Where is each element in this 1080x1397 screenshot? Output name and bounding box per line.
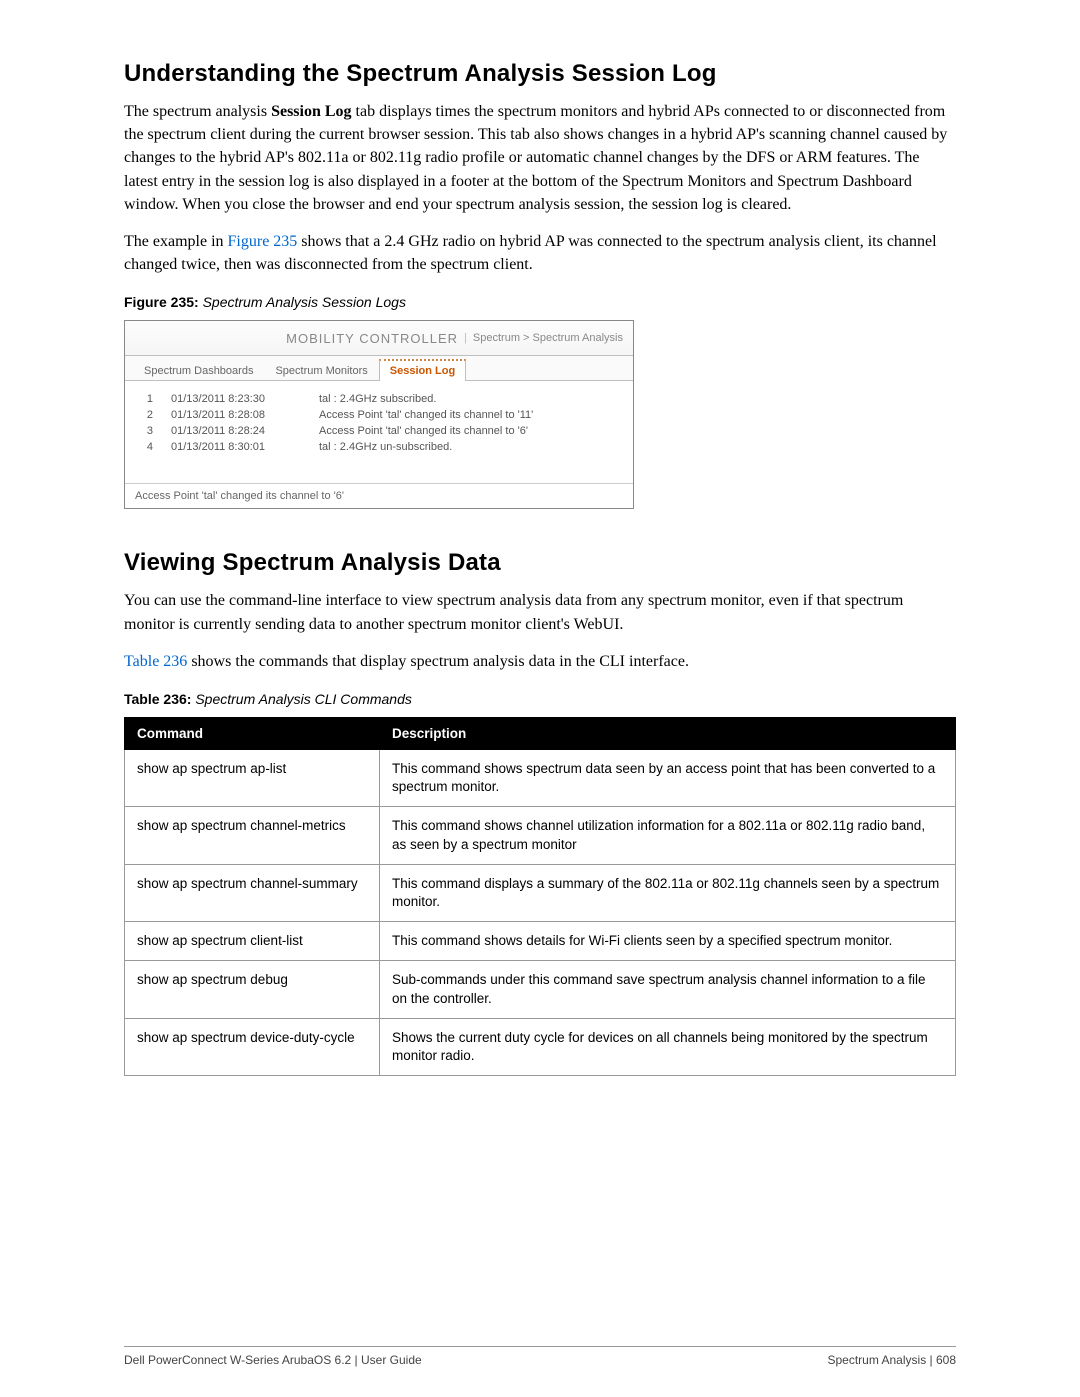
cell-command: show ap spectrum channel-summary [125, 864, 380, 921]
breadcrumb: Spectrum > Spectrum Analysis [473, 332, 623, 344]
log-timestamp: 01/13/2011 8:23:30 [171, 393, 301, 405]
log-index: 2 [139, 409, 153, 421]
cell-command: show ap spectrum ap-list [125, 749, 380, 806]
section2-para1: You can use the command-line interface t… [124, 589, 956, 635]
page-footer: Dell PowerConnect W-Series ArubaOS 6.2 |… [124, 1346, 956, 1367]
tab-spectrum-monitors[interactable]: Spectrum Monitors [264, 360, 378, 381]
log-message: tal : 2.4GHz subscribed. [319, 393, 436, 405]
topbar-separator: | [464, 332, 467, 344]
table-row: show ap spectrum channel-summary This co… [125, 864, 956, 921]
cli-commands-table: Command Description show ap spectrum ap-… [124, 717, 956, 1076]
table-label: Table 236: [124, 691, 191, 707]
cell-command: show ap spectrum device-duty-cycle [125, 1018, 380, 1075]
figure-log-body: 1 01/13/2011 8:23:30 tal : 2.4GHz subscr… [125, 381, 633, 483]
topbar-title: MOBILITY CONTROLLER [286, 331, 458, 346]
log-index: 1 [139, 393, 153, 405]
tab-spectrum-dashboards[interactable]: Spectrum Dashboards [133, 360, 264, 381]
log-timestamp: 01/13/2011 8:28:08 [171, 409, 301, 421]
cell-command: show ap spectrum debug [125, 961, 380, 1018]
text: The spectrum analysis [124, 103, 271, 120]
log-timestamp: 01/13/2011 8:30:01 [171, 441, 301, 453]
figure-tabs: Spectrum Dashboards Spectrum Monitors Se… [125, 356, 633, 381]
table-row: show ap spectrum device-duty-cycle Shows… [125, 1018, 956, 1075]
section1-heading: Understanding the Spectrum Analysis Sess… [124, 60, 956, 88]
text: The example in [124, 233, 228, 250]
figure-topbar: MOBILITY CONTROLLER | Spectrum > Spectru… [125, 321, 633, 356]
log-message: Access Point 'tal' changed its channel t… [319, 409, 533, 421]
section1-para2: The example in Figure 235 shows that a 2… [124, 230, 956, 276]
tab-session-log[interactable]: Session Log [379, 359, 466, 381]
log-row: 3 01/13/2011 8:28:24 Access Point 'tal' … [139, 423, 619, 439]
figure-screenshot: MOBILITY CONTROLLER | Spectrum > Spectru… [124, 320, 634, 509]
table-236-link[interactable]: Table 236 [124, 653, 187, 670]
log-timestamp: 01/13/2011 8:28:24 [171, 425, 301, 437]
text: shows the commands that display spectrum… [187, 653, 689, 670]
figure-caption: Figure 235: Spectrum Analysis Session Lo… [124, 294, 956, 310]
cell-description: This command displays a summary of the 8… [380, 864, 956, 921]
figure-title: Spectrum Analysis Session Logs [203, 294, 406, 310]
cell-command: show ap spectrum channel-metrics [125, 807, 380, 864]
section1-para1: The spectrum analysis Session Log tab di… [124, 100, 956, 216]
table-row: show ap spectrum channel-metrics This co… [125, 807, 956, 864]
log-row: 1 01/13/2011 8:23:30 tal : 2.4GHz subscr… [139, 391, 619, 407]
log-row: 4 01/13/2011 8:30:01 tal : 2.4GHz un-sub… [139, 439, 619, 455]
log-index: 4 [139, 441, 153, 453]
table-row: show ap spectrum ap-list This command sh… [125, 749, 956, 806]
col-header-command: Command [125, 717, 380, 749]
figure-label: Figure 235: [124, 294, 199, 310]
cell-description: This command shows channel utilization i… [380, 807, 956, 864]
table-row: show ap spectrum debug Sub-commands unde… [125, 961, 956, 1018]
figure-footer: Access Point 'tal' changed its channel t… [125, 483, 633, 508]
cell-description: Shows the current duty cycle for devices… [380, 1018, 956, 1075]
log-index: 3 [139, 425, 153, 437]
log-message: Access Point 'tal' changed its channel t… [319, 425, 528, 437]
figure-235-link[interactable]: Figure 235 [228, 233, 298, 250]
table-title: Spectrum Analysis CLI Commands [195, 691, 412, 707]
table-row: show ap spectrum client-list This comman… [125, 922, 956, 961]
session-log-bold: Session Log [271, 103, 351, 120]
cell-description: Sub-commands under this command save spe… [380, 961, 956, 1018]
log-row: 2 01/13/2011 8:28:08 Access Point 'tal' … [139, 407, 619, 423]
section2-heading: Viewing Spectrum Analysis Data [124, 549, 956, 577]
log-message: tal : 2.4GHz un-subscribed. [319, 441, 452, 453]
cell-description: This command shows spectrum data seen by… [380, 749, 956, 806]
cell-description: This command shows details for Wi-Fi cli… [380, 922, 956, 961]
cell-command: show ap spectrum client-list [125, 922, 380, 961]
col-header-description: Description [380, 717, 956, 749]
section2-para2: Table 236 shows the commands that displa… [124, 650, 956, 673]
table-caption: Table 236: Spectrum Analysis CLI Command… [124, 691, 956, 707]
footer-right: Spectrum Analysis | 608 [827, 1353, 956, 1367]
footer-left: Dell PowerConnect W-Series ArubaOS 6.2 |… [124, 1353, 422, 1367]
